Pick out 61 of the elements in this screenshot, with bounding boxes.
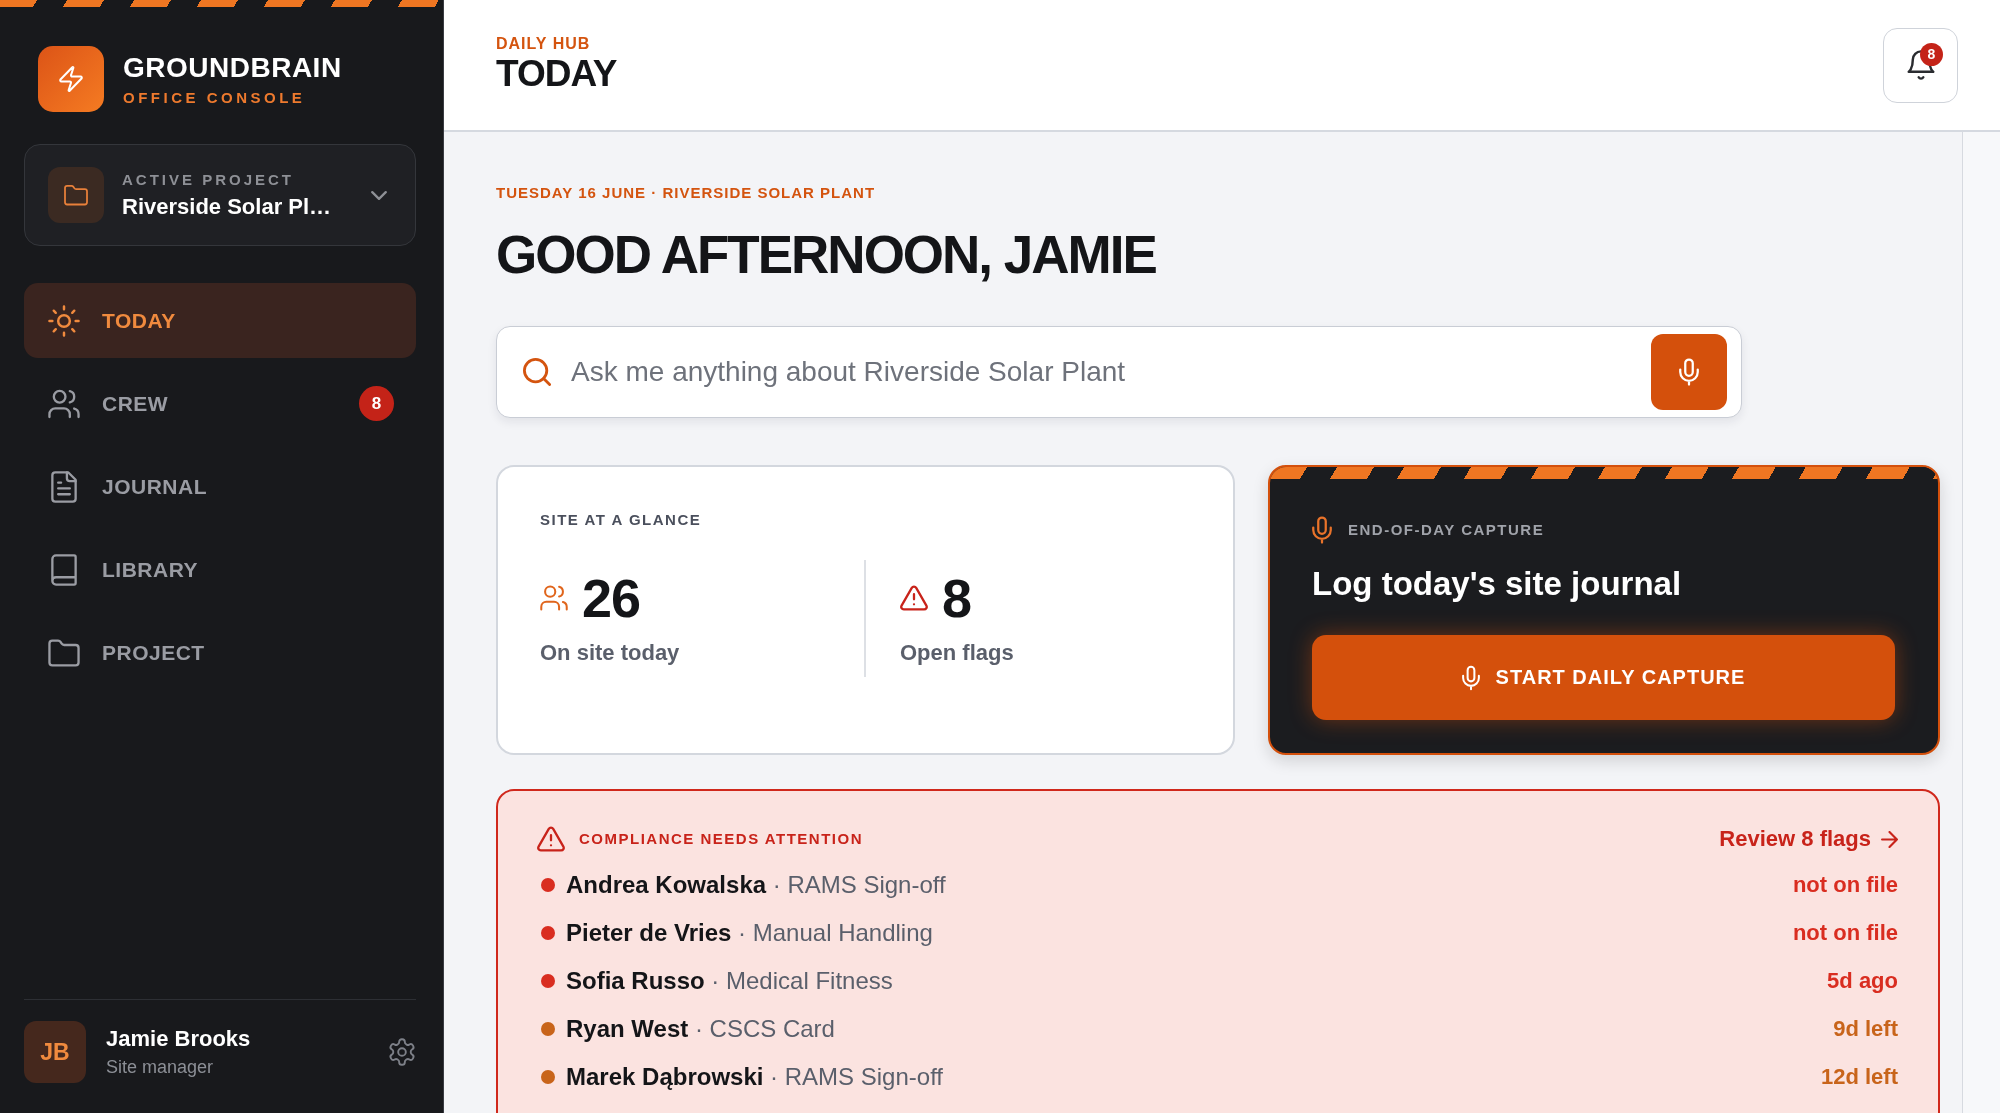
stat-label: Open flags — [900, 640, 1014, 666]
stat-label: On site today — [540, 640, 680, 666]
status-text: 5d ago — [1827, 968, 1898, 994]
stat-value: 8 — [942, 568, 972, 628]
nav-item[interactable]: JOURNAL — [24, 449, 416, 524]
header-eyebrow: DAILY HUB — [496, 35, 591, 53]
review-flags-link[interactable]: Review 8 flags — [1719, 826, 1898, 852]
search-field[interactable]: Ask me anything about Riverside Solar Plant — [571, 342, 1631, 402]
nav-item[interactable]: TODAY — [24, 283, 416, 358]
warning-icon — [537, 826, 565, 852]
settings-icon[interactable] — [388, 1038, 416, 1066]
people-icon — [540, 585, 568, 611]
warning-icon — [900, 585, 928, 611]
notifications-button[interactable]: 8 — [1883, 27, 1958, 103]
document-icon — [48, 470, 80, 503]
project-label: ACTIVE PROJECT — [122, 170, 295, 189]
search-icon — [523, 358, 551, 386]
brand-title: GROUNDBRAIN — [123, 51, 342, 84]
brand-subtitle: OFFICE CONSOLE — [123, 88, 306, 107]
user-name: Jamie Brooks — [106, 1026, 251, 1052]
capture-eyebrow: END-OF-DAY CAPTURE — [1348, 521, 1545, 539]
card-title: SITE AT A GLANCE — [540, 511, 702, 529]
sun-icon — [48, 304, 80, 337]
chevron-down-icon — [371, 190, 387, 200]
status-text: 12d left — [1820, 1064, 1898, 1090]
compliance-title: COMPLIANCE NEEDS ATTENTION — [579, 830, 863, 848]
project-name: Riverside Solar Pl… — [122, 193, 332, 220]
greeting-title: GOOD AFTERNOON, JAMIE — [496, 224, 1156, 286]
people-icon — [48, 387, 80, 420]
status-text: 9d left — [1833, 1016, 1898, 1042]
microphone-icon — [1312, 516, 1332, 544]
nav-item[interactable]: PROJECT — [24, 615, 416, 690]
status-text: not on file — [1792, 920, 1898, 946]
status-text: not on file — [1792, 872, 1898, 898]
count-badge: 8 — [359, 386, 394, 421]
nav-item[interactable]: LIBRARY — [24, 532, 416, 607]
nav-item[interactable]: CREW 8 — [24, 366, 416, 441]
compliance-text: Andrea Kowalska · RAMS Sign-off — [566, 871, 946, 899]
microphone-icon — [1461, 664, 1480, 691]
compliance-text: Ryan West · CSCS Card — [566, 1015, 835, 1043]
lightning-logo-icon — [38, 46, 104, 112]
microphone-icon — [1679, 358, 1699, 386]
bell-icon — [1906, 50, 1935, 80]
start-capture-button[interactable]: START DAILY CAPTURE — [1312, 635, 1895, 720]
count-badge: 8 — [1920, 42, 1943, 66]
compliance-text: Marek Dąbrowski · RAMS Sign-off — [566, 1063, 944, 1091]
capture-title: Log today's site journal — [1312, 564, 1682, 604]
date-line: TUESDAY 16 JUNE · RIVERSIDE SOLAR PLANT — [496, 184, 876, 202]
user-role: Site manager — [106, 1056, 214, 1078]
book-icon — [48, 553, 80, 586]
project-picker[interactable]: ACTIVE PROJECT Riverside Solar Pl… — [24, 144, 416, 246]
search-bar[interactable]: Ask me anything about Riverside Solar Plant — [496, 326, 1742, 418]
folder-icon — [48, 167, 104, 223]
compliance-text: Sofia Russo · Medical Fitness — [566, 967, 893, 995]
stat-value: 26 — [582, 568, 641, 628]
page-title: TODAY — [496, 53, 617, 95]
folder-icon — [48, 636, 80, 669]
arrow-right-icon — [1881, 830, 1898, 848]
compliance-text: Pieter de Vries · Manual Handling — [566, 919, 933, 947]
mic-button[interactable] — [1651, 334, 1727, 410]
user-avatar: JB — [24, 1021, 86, 1083]
